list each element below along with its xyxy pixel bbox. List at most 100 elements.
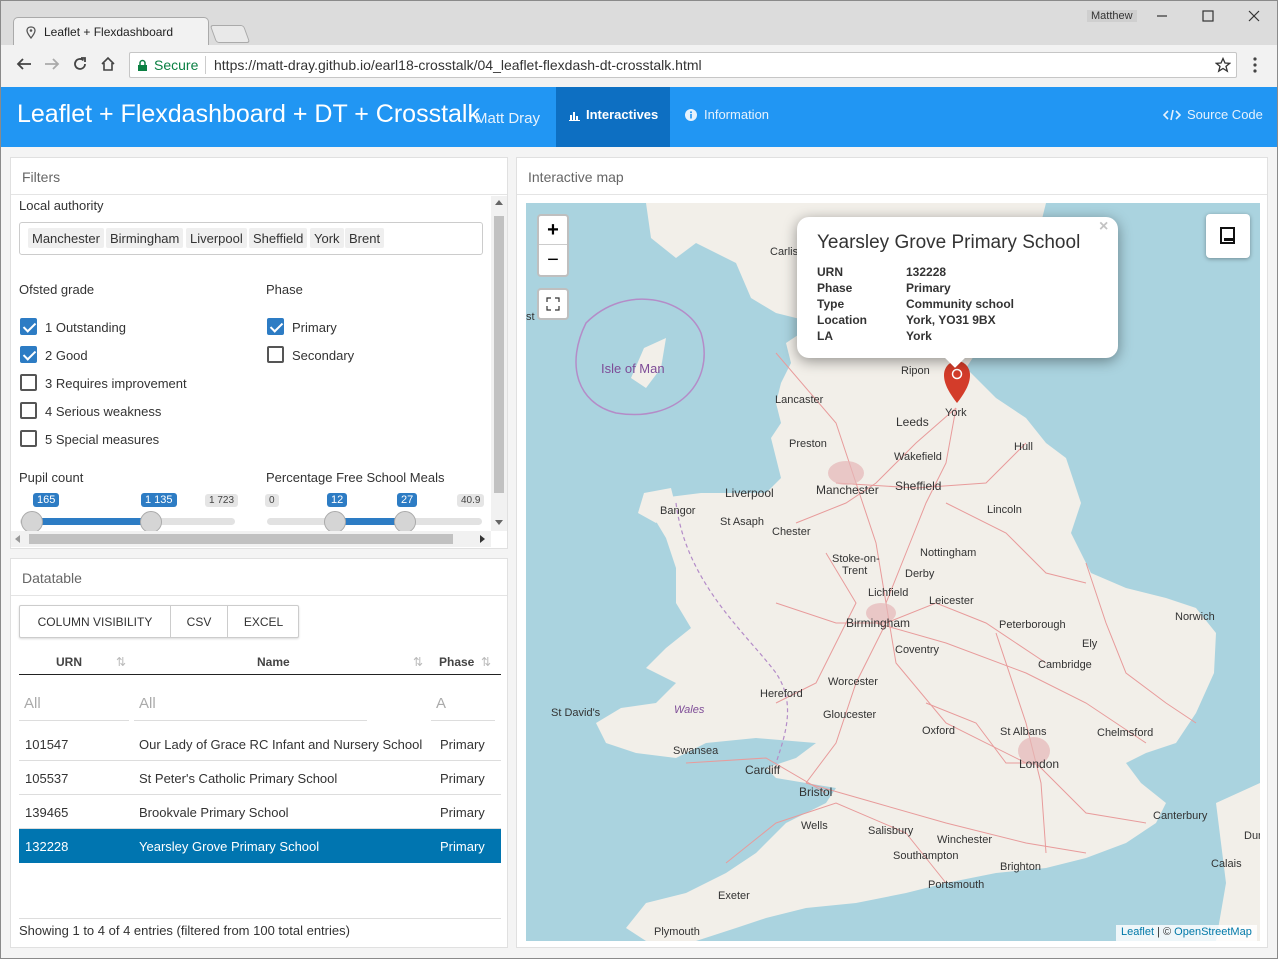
- popup-field-key: Location: [817, 313, 867, 327]
- ofsted-checkbox[interactable]: [20, 430, 37, 447]
- ofsted-checkbox[interactable]: [20, 374, 37, 391]
- attribution-leaflet-link[interactable]: Leaflet: [1121, 926, 1154, 938]
- attribution-osm-link[interactable]: OpenStreetMap: [1174, 926, 1252, 938]
- sort-icon[interactable]: ⇅: [413, 655, 423, 669]
- fsm-slider-handle-from[interactable]: [324, 511, 347, 533]
- new-tab-button[interactable]: [209, 25, 251, 43]
- fsm-slider-handle-to[interactable]: [394, 511, 417, 533]
- csv-button[interactable]: CSV: [171, 606, 228, 637]
- local-authority-select[interactable]: Manchester Birmingham Liverpool Sheffiel…: [19, 222, 483, 255]
- table-row[interactable]: 105537 St Peter's Catholic Primary Schoo…: [19, 761, 501, 795]
- name-filter-input[interactable]: All: [134, 689, 367, 721]
- tab-information[interactable]: Information: [670, 87, 790, 147]
- fsm-from-badge: 12: [327, 493, 348, 507]
- leaflet-map[interactable]: Carlisle Isle of Man Ripon York Lancaste…: [526, 203, 1260, 941]
- vertical-scroll-thumb[interactable]: [494, 216, 504, 493]
- reload-icon[interactable]: [72, 56, 88, 72]
- popup-field-key: Phase: [817, 281, 853, 295]
- browser-menu-icon[interactable]: [1253, 57, 1257, 73]
- ofsted-checkbox[interactable]: [20, 346, 37, 363]
- la-chip[interactable]: Liverpool: [186, 228, 247, 248]
- place-label: Oxford: [922, 725, 956, 737]
- ofsted-checkbox[interactable]: [20, 402, 37, 419]
- header-phase[interactable]: Phase: [439, 655, 474, 669]
- fullscreen-button[interactable]: [537, 288, 569, 320]
- forward-icon[interactable]: [44, 57, 60, 71]
- place-label: London: [1019, 757, 1060, 771]
- scroll-up-icon[interactable]: [495, 200, 503, 205]
- pupil-slider-handle-from[interactable]: [21, 511, 43, 533]
- browser-tab[interactable]: Leaflet + Flexdashboard: [13, 17, 209, 45]
- place-label: Brighton: [1000, 861, 1041, 873]
- la-chip[interactable]: Brent: [345, 228, 385, 248]
- phase-option-label[interactable]: Primary: [292, 320, 337, 335]
- la-chip[interactable]: Sheffield: [249, 228, 308, 248]
- ofsted-checkbox[interactable]: [20, 318, 37, 335]
- phase-option-label[interactable]: Secondary: [292, 348, 354, 363]
- bookmark-star-icon[interactable]: [1215, 57, 1231, 73]
- horizontal-scroll-thumb[interactable]: [29, 534, 453, 544]
- table-row[interactable]: 101547 Our Lady of Grace RC Infant and N…: [19, 727, 501, 761]
- la-chip[interactable]: York: [310, 228, 344, 248]
- dashboard-author: Matt Dray: [475, 110, 541, 127]
- scroll-right-icon[interactable]: [480, 535, 485, 543]
- ofsted-option-label[interactable]: 2 Good: [45, 348, 88, 363]
- la-chip[interactable]: Manchester: [28, 228, 104, 248]
- ofsted-option-label[interactable]: 5 Special measures: [45, 432, 159, 447]
- header-urn[interactable]: URN: [56, 655, 82, 669]
- maximize-icon[interactable]: [1202, 10, 1214, 22]
- map-print-button[interactable]: [1206, 214, 1250, 258]
- back-icon[interactable]: [16, 57, 32, 71]
- fsm-slider[interactable]: 0 12 27 40.9: [265, 488, 485, 533]
- lock-icon: [138, 59, 147, 71]
- zoom-out-button[interactable]: −: [539, 246, 567, 275]
- minimize-icon[interactable]: [1156, 10, 1168, 22]
- cell-name: St Peter's Catholic Primary School: [139, 771, 338, 786]
- code-icon: [1163, 109, 1181, 121]
- ofsted-option-label[interactable]: 3 Requires improvement: [45, 376, 187, 391]
- close-window-icon[interactable]: [1248, 10, 1260, 22]
- scroll-left-icon[interactable]: [15, 535, 20, 543]
- pupil-count-slider[interactable]: 165 1 135 1 723: [20, 488, 239, 533]
- place-label: Birmingham: [846, 616, 911, 630]
- place-label: Bristol: [799, 785, 833, 799]
- header-name[interactable]: Name: [257, 655, 290, 669]
- address-bar[interactable]: Secure https://matt-dray.github.io/earl1…: [129, 52, 1237, 78]
- vertical-scrollbar[interactable]: [491, 196, 507, 531]
- cell-phase: Primary: [440, 839, 485, 854]
- tab-title: Leaflet + Flexdashboard: [44, 25, 174, 39]
- place-label: Wales: [674, 704, 705, 716]
- pupil-slider-handle-to[interactable]: [139, 511, 162, 533]
- phase-checkbox[interactable]: [267, 346, 284, 363]
- place-label: Peterborough: [999, 619, 1066, 631]
- zoom-in-button[interactable]: +: [539, 216, 567, 245]
- profile-name[interactable]: Matthew: [1087, 10, 1137, 22]
- sort-icon[interactable]: ⇅: [116, 655, 126, 669]
- excel-button[interactable]: EXCEL: [228, 606, 299, 637]
- horizontal-scrollbar[interactable]: [11, 531, 491, 547]
- sort-icon[interactable]: ⇅: [481, 655, 491, 669]
- table-row-selected[interactable]: 132228 Yearsley Grove Primary School Pri…: [19, 829, 501, 863]
- tab-interactives[interactable]: Interactives: [556, 87, 670, 147]
- ofsted-option-label[interactable]: 1 Outstanding: [45, 320, 126, 335]
- place-label: Swansea: [673, 745, 719, 757]
- url-text[interactable]: https://matt-dray.github.io/earl18-cross…: [214, 57, 702, 73]
- column-visibility-button[interactable]: COLUMN VISIBILITY: [20, 606, 171, 637]
- pupil-slider-range: [32, 518, 151, 525]
- place-label: Lichfield: [868, 587, 909, 599]
- pupil-max-badge: 1 723: [205, 494, 239, 507]
- table-footer-divider: [19, 918, 501, 919]
- phase-checkbox[interactable]: [267, 318, 284, 335]
- home-icon[interactable]: [100, 56, 116, 72]
- source-code-link[interactable]: Source Code: [1161, 87, 1271, 147]
- phase-filter-input[interactable]: A: [431, 689, 495, 721]
- urn-filter-input[interactable]: All: [19, 689, 129, 721]
- place-label: Coventry: [895, 644, 940, 656]
- place-label: Plymouth: [654, 926, 700, 938]
- place-label: Dun: [1244, 830, 1260, 842]
- table-row[interactable]: 139465 Brookvale Primary School Primary: [19, 795, 501, 829]
- scroll-down-icon[interactable]: [495, 520, 503, 525]
- la-chip[interactable]: Birmingham: [106, 228, 184, 248]
- ofsted-option-label[interactable]: 4 Serious weakness: [45, 404, 161, 419]
- popup-close-button[interactable]: ×: [1099, 218, 1108, 236]
